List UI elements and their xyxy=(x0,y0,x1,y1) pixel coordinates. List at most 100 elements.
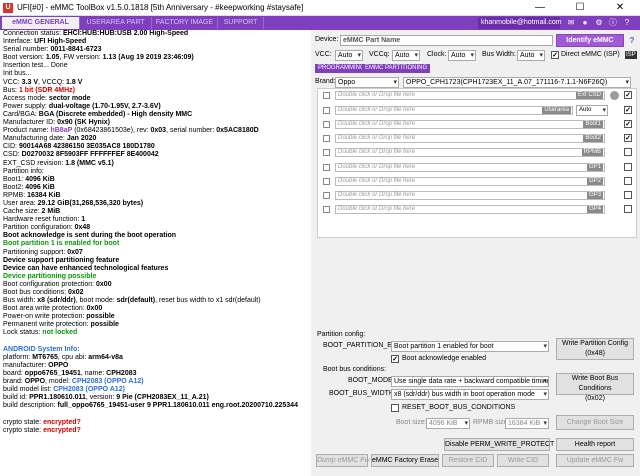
log-line: User area: 29.12 GiB(31,268,536,320 byte… xyxy=(0,200,311,208)
log-panel[interactable]: Connection status: EHCI:HUB:HUB:USB 2.00… xyxy=(0,30,311,476)
change-boot-size-button[interactable]: Change Boot Size xyxy=(556,415,634,430)
userarea-size-select[interactable]: Auto xyxy=(576,105,608,116)
help-icon[interactable]: ? xyxy=(627,36,637,46)
partition-enable-checkbox[interactable] xyxy=(624,148,632,156)
mail-icon[interactable]: ✉ xyxy=(566,18,576,28)
direct-emmc-checkbox[interactable] xyxy=(551,51,559,59)
partition-tag: Userarea xyxy=(542,107,571,114)
info-icon[interactable]: ⓘ xyxy=(608,18,618,28)
identify-emmc-button[interactable]: Identify eMMC xyxy=(556,34,624,47)
ext-csd-status-icon[interactable] xyxy=(610,91,619,100)
partition-enable-checkbox[interactable] xyxy=(624,134,632,142)
log-text: 1 xyxy=(81,216,86,224)
model-select[interactable]: OPPO_CPH1723(CPH1723EX_11_A.07_171116-7.… xyxy=(403,77,631,88)
write-cid-button[interactable]: Write CID xyxy=(497,454,549,467)
partition-enable-checkbox[interactable] xyxy=(624,91,632,99)
device-part-name-input[interactable]: eMMC Part Name xyxy=(340,35,553,46)
log-text: BGA (Discrete embedded) - High density M… xyxy=(38,110,193,118)
boot-size-select[interactable]: 4096 KiB xyxy=(426,418,470,429)
globe-icon[interactable]: ● xyxy=(580,18,590,28)
log-text: platform: xyxy=(3,353,33,361)
boot-bus-width-select[interactable]: x8 (sdr/ddr) bus width in boot operation… xyxy=(391,389,549,400)
log-line: Serial number: 0011-8841-6723 xyxy=(0,46,311,54)
disable-perm-write-protect-button[interactable]: Disable PERM_WRITE_PROTECT xyxy=(444,438,554,451)
vccq-select[interactable]: Auto xyxy=(392,50,420,61)
write-boot-bus-button[interactable]: Write Boot Bus Conditions (0x02) xyxy=(556,373,634,402)
help-icon[interactable]: ? xyxy=(622,18,632,28)
partition-file-input[interactable]: Double click or Drop file here GP4 xyxy=(335,205,605,214)
log-text: Device support partitioning feature xyxy=(3,256,120,264)
partition-row-checkbox[interactable] xyxy=(323,121,330,128)
update-emmc-fw-button[interactable]: Update eMMC Fw xyxy=(556,454,634,467)
close-button[interactable]: ✕ xyxy=(600,0,640,16)
tab-programming[interactable]: PROGRAMMING xyxy=(315,64,368,73)
partition-enable-checkbox[interactable] xyxy=(624,106,632,114)
log-text: possible xyxy=(90,321,119,329)
tab-factory-image[interactable]: FACTORY IMAGE xyxy=(152,17,218,29)
log-text: UFI High-Speed xyxy=(34,38,87,46)
clock-select[interactable]: Auto xyxy=(448,50,476,61)
log-text: Partitioning support: xyxy=(3,248,68,256)
tab-emmc-general[interactable]: eMMC GENERAL xyxy=(2,17,80,29)
partition-file-input[interactable]: Double click or Drop file here RPMB xyxy=(335,148,605,157)
settings-icon[interactable]: ⚙ xyxy=(594,18,604,28)
dump-emmc-fw-button[interactable]: Dump eMMC Fw xyxy=(316,454,370,467)
bus-width-label: Bus Width: xyxy=(482,51,516,58)
partition-file-input[interactable]: Double click or Drop file here GP2 xyxy=(335,177,605,186)
boot-partition-select[interactable]: Boot partition 1 enabled for boot xyxy=(391,341,549,352)
log-text: 4096 KiB xyxy=(25,175,55,183)
partition-row-checkbox[interactable] xyxy=(323,149,330,156)
log-text: Device can have enhanced technological f… xyxy=(3,264,169,272)
log-line: Device support partitioning feature xyxy=(0,257,311,265)
partition-row-checkbox[interactable] xyxy=(323,107,330,114)
log-line: Boot bus conditions: 0x02 xyxy=(0,289,311,297)
tab-support[interactable]: SUPPORT xyxy=(218,17,264,29)
partition-file-input[interactable]: Double click or Drop file here Boot2 xyxy=(335,134,605,143)
health-report-button[interactable]: Health report xyxy=(556,438,634,451)
partition-placeholder: Double click or Drop file here xyxy=(338,164,416,170)
log-text: Boot configuration protection: xyxy=(3,280,97,288)
partition-file-input[interactable]: Double click or Drop file here Boot1 xyxy=(335,120,605,129)
minimize-button[interactable]: — xyxy=(520,0,560,16)
tab-userarea-part[interactable]: USERAREA PART xyxy=(80,17,152,29)
partition-row-checkbox[interactable] xyxy=(323,92,330,99)
tab-emmc-partitioning[interactable]: EMMC PARTITIONING xyxy=(362,64,431,73)
log-text: Manufacturing date: xyxy=(3,135,67,143)
log-text: PPR1.180610.011 xyxy=(29,394,86,402)
log-text: , VCCQ: xyxy=(38,78,67,86)
partition-placeholder: Double click or Drop file here xyxy=(338,107,416,113)
partition-file-input[interactable]: Double click or Drop file here Ext CSD xyxy=(335,91,605,100)
partition-row-checkbox[interactable] xyxy=(323,192,330,199)
vcc-select[interactable]: Auto xyxy=(335,50,363,61)
maximize-button[interactable]: ☐ xyxy=(560,0,600,16)
brand-select[interactable]: Oppo xyxy=(335,77,399,88)
log-text: 0x00 xyxy=(86,305,103,313)
partition-row-checkbox[interactable] xyxy=(323,206,330,213)
partition-row-checkbox[interactable] xyxy=(323,135,330,142)
log-text: EXT_CSD revision: xyxy=(3,159,66,167)
partition-row-checkbox[interactable] xyxy=(323,164,330,171)
log-line: crypto state: encrypted? xyxy=(0,427,311,435)
write-partition-config-button[interactable]: Write Partition Config (0x48) xyxy=(556,338,634,360)
partition-enable-checkbox[interactable] xyxy=(624,163,632,171)
restore-cid-button[interactable]: Restore CID xyxy=(442,454,494,467)
partition-enable-checkbox[interactable] xyxy=(624,177,632,185)
brand-label: Brand: xyxy=(315,78,336,85)
partition-enable-checkbox[interactable] xyxy=(624,191,632,199)
partition-file-input[interactable]: Double click or Drop file here GP3 xyxy=(335,191,605,200)
bus-width-select[interactable]: Auto xyxy=(517,50,545,61)
partition-file-input[interactable]: Double click or Drop file here Userarea xyxy=(335,106,573,115)
emmc-factory-erase-button[interactable]: eMMC Factory Erase xyxy=(371,454,439,467)
partition-row-checkbox[interactable] xyxy=(323,178,330,185)
boot-ack-checkbox[interactable] xyxy=(391,355,399,363)
partition-file-input[interactable]: Double click or Drop file here GP1 xyxy=(335,163,605,172)
log-text: 1.8 (MMC v5.1) xyxy=(65,159,114,167)
boot-mode-select[interactable]: Use single data rate + backward compatib… xyxy=(391,376,549,387)
partition-enable-checkbox[interactable] xyxy=(624,120,632,128)
rpmb-size-select[interactable]: 16384 KiB xyxy=(505,418,549,429)
reset-boot-bus-checkbox[interactable] xyxy=(391,404,399,412)
isp-icon[interactable]: ISP xyxy=(625,51,637,59)
partition-placeholder: Double click or Drop file here xyxy=(338,92,416,98)
partition-enable-checkbox[interactable] xyxy=(624,205,632,213)
